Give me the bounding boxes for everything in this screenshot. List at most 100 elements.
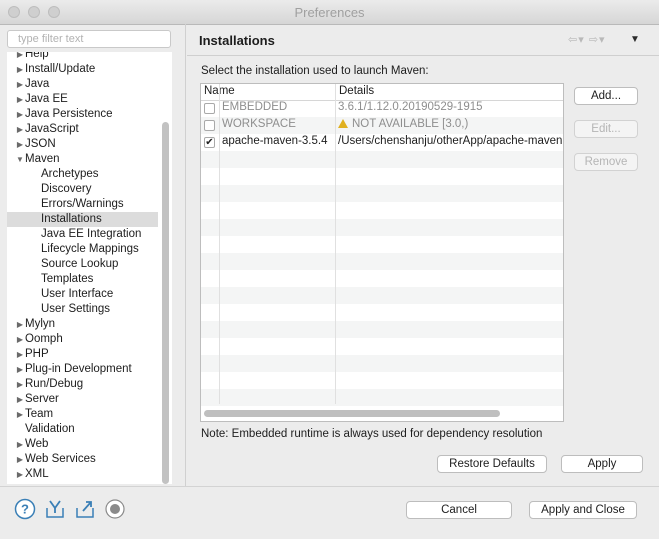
column-divider [219,84,220,404]
tree-item-label: Errors/Warnings [41,198,124,210]
tree-item[interactable]: ▶ PHP [7,347,158,362]
collapsed-triangle-icon[interactable]: ▶ [15,77,25,92]
sash-divider[interactable] [185,24,186,486]
installation-checkbox[interactable]: ✔ [204,137,215,148]
tree-item[interactable]: ▶ Server [7,392,158,407]
tree-item-label: User Settings [41,303,111,315]
tree-item-label: User Interface [41,288,114,300]
empty-table-row [201,321,563,338]
tree-item-label: Mylyn [25,318,56,330]
collapsed-triangle-icon[interactable]: ▶ [15,407,25,422]
tree-item[interactable]: Archetypes [7,167,158,182]
tree-item[interactable]: ▶ Plug-in Development [7,362,158,377]
tree-item-label: Web Services [25,453,96,465]
table-row[interactable]: EMBEDDED 3.6.1/1.12.0.20190529-1915 [201,100,563,117]
tree-item[interactable]: ▶ Oomph [7,332,158,347]
add-button[interactable]: Add... [574,87,638,105]
collapsed-triangle-icon[interactable]: ▶ [15,107,25,122]
tree-item[interactable]: User Settings [7,302,158,317]
tree-item[interactable]: Errors/Warnings [7,197,158,212]
tree-item[interactable]: Discovery [7,182,158,197]
export-preferences-icon[interactable] [74,498,96,520]
tree-item[interactable]: ▶ Java [7,77,158,92]
back-arrow-icon[interactable]: ⇦▾ [568,34,585,46]
tree-item[interactable]: Source Lookup [7,257,158,272]
tree-item-label: JavaScript [25,123,79,135]
tree-item[interactable]: ▶ Help [7,52,158,62]
forward-arrow-icon[interactable]: ⇨▾ [589,34,606,46]
tree-item[interactable]: Java EE Integration [7,227,158,242]
tree-item[interactable]: Installations [7,212,158,227]
installations-table[interactable]: Name Details EMBEDDED 3.6.1/1.12.0.201905… [200,83,564,422]
tree-item-label: PHP [25,348,49,360]
empty-table-row [201,236,563,253]
tree-item[interactable]: ▶ XML [7,467,158,482]
collapsed-triangle-icon[interactable]: ▶ [15,467,25,482]
svg-text:?: ? [21,502,29,517]
import-preferences-icon[interactable] [44,498,66,520]
collapsed-triangle-icon[interactable]: ▶ [15,392,25,407]
remove-button[interactable]: Remove [574,153,638,171]
tree-item-label: Maven [25,153,60,165]
installation-name: apache-maven-3.5.4 [222,135,328,147]
tree-item[interactable]: ▶ Mylyn [7,317,158,332]
tree-item[interactable]: Templates [7,272,158,287]
collapsed-triangle-icon[interactable]: ▶ [15,332,25,347]
help-icon[interactable]: ? [14,498,36,520]
collapsed-triangle-icon[interactable]: ▶ [15,347,25,362]
edit-button[interactable]: Edit... [574,120,638,138]
collapsed-triangle-icon[interactable]: ▶ [15,317,25,332]
apply-button[interactable]: Apply [561,455,643,473]
tree-item-label: Java EE [25,93,68,105]
collapsed-triangle-icon[interactable]: ▶ [15,437,25,452]
header-separator [187,55,659,56]
tree-item-label: Oomph [25,333,63,345]
column-divider[interactable] [335,84,336,404]
tree-item[interactable]: ▶ Run/Debug [7,377,158,392]
collapsed-triangle-icon[interactable]: ▶ [15,92,25,107]
collapsed-triangle-icon[interactable]: ▶ [15,52,25,62]
tree-item[interactable]: ▶ Web Services [7,452,158,467]
tree-scrollbar[interactable] [162,122,169,484]
installation-details: 3.6.1/1.12.0.20190529-1915 [338,101,483,113]
tree-item[interactable]: User Interface [7,287,158,302]
history-navigation[interactable]: ⇦▾ ⇨▾ [568,33,606,46]
tree-item-label: Help [25,52,49,60]
collapsed-triangle-icon[interactable]: ▶ [15,62,25,77]
tree-item[interactable]: Validation [7,422,158,437]
tree-item[interactable]: ▶ JSON [7,137,158,152]
tree-item[interactable]: ▶ JavaScript [7,122,158,137]
collapsed-triangle-icon[interactable]: ▶ [15,122,25,137]
table-row[interactable]: WORKSPACE NOT AVAILABLE [3.0,) [201,117,563,134]
restore-defaults-button[interactable]: Restore Defaults [437,455,547,473]
collapsed-triangle-icon[interactable]: ▶ [15,377,25,392]
installation-checkbox[interactable] [204,120,215,131]
tree-item[interactable]: ▶ Install/Update [7,62,158,77]
tree-item[interactable]: ▶ Web [7,437,158,452]
cancel-button[interactable]: Cancel [406,501,512,519]
view-menu-icon[interactable]: ▼ [630,34,640,45]
filter-input[interactable] [7,30,171,48]
collapsed-triangle-icon[interactable]: ▶ [15,362,25,377]
column-header-details[interactable]: Details [339,85,374,97]
tree-item-label: Java Persistence [25,108,113,120]
record-icon[interactable] [104,498,126,520]
tree-item[interactable]: ▶ Java EE [7,92,158,107]
preference-tree[interactable]: ▶ XML ▶ Web Services ▶ Web Validation ▶ Team ▶ Ser… [7,52,172,484]
tree-item-label: Plug-in Development [25,363,132,375]
expanded-triangle-icon[interactable]: ▼ [15,152,25,167]
window-title: Preferences [294,5,365,20]
collapsed-triangle-icon[interactable]: ▶ [15,452,25,467]
tree-item[interactable]: ▶ Team [7,407,158,422]
apply-and-close-button[interactable]: Apply and Close [529,501,637,519]
table-row[interactable]: ✔ apache-maven-3.5.4/Users/chenshanju/oth… [201,134,563,151]
installation-checkbox[interactable] [204,103,215,114]
tree-item[interactable]: ▶ Java Persistence [7,107,158,122]
empty-table-row [201,185,563,202]
collapsed-triangle-icon[interactable]: ▶ [15,137,25,152]
tree-item[interactable]: Lifecycle Mappings [7,242,158,257]
tree-item[interactable]: ▼ Maven [7,152,158,167]
tree-item-label: Lifecycle Mappings [41,243,139,255]
table-header: Name Details [201,84,563,101]
table-horizontal-scrollbar[interactable] [204,410,500,417]
